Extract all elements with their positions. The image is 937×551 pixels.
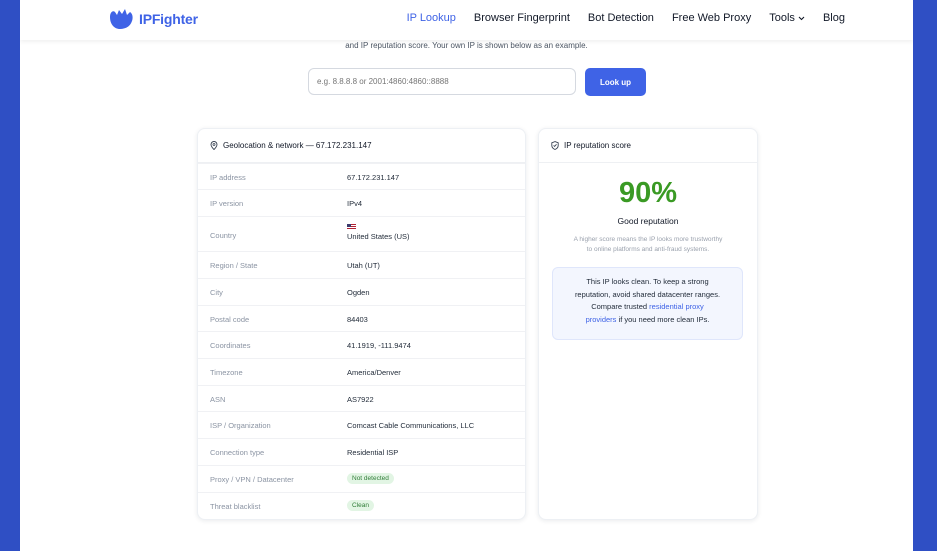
us-flag-icon <box>347 224 356 230</box>
description-line: A higher score means the IP looks more t… <box>573 236 723 243</box>
description-line: to online platforms and anti-fraud syste… <box>586 246 710 253</box>
location-pin-icon <box>210 141 218 150</box>
row-value: AS7922 <box>347 395 374 404</box>
reputation-label: Good reputation <box>617 216 679 226</box>
nav-ip-lookup[interactable]: IP Lookup <box>407 12 456 24</box>
chevron-down-icon <box>798 16 805 21</box>
row-key: Coordinates <box>210 341 251 350</box>
providers-link[interactable]: providers <box>586 315 617 324</box>
lookup-button[interactable]: Look up <box>585 68 646 96</box>
nav-tools[interactable]: Tools <box>769 12 805 24</box>
table-row: IP address 67.172.231.147 <box>198 163 525 189</box>
nav-browser-fingerprint[interactable]: Browser Fingerprint <box>474 12 570 24</box>
nav-blog[interactable]: Blog <box>823 12 845 24</box>
nav-bot-detection[interactable]: Bot Detection <box>588 12 654 24</box>
table-row: Postal code 84403 <box>198 305 525 331</box>
table-row: City Ogden <box>198 278 525 305</box>
row-key: IP address <box>210 173 246 182</box>
row-value: Ogden <box>347 288 370 297</box>
reputation-card: IP reputation score 90% Good reputation … <box>538 128 758 520</box>
nav-tools-label: Tools <box>769 12 795 24</box>
intro-text: and IP reputation score. Your own IP is … <box>345 41 588 50</box>
row-value-wrap: United States (US) <box>347 224 410 241</box>
row-value: IPv4 <box>347 199 363 208</box>
row-key: ISP / Organization <box>210 421 271 430</box>
row-value-wrap: Not detected <box>347 473 394 484</box>
shield-check-icon <box>551 141 559 150</box>
residential-proxy-link[interactable]: residential proxy <box>649 302 704 311</box>
table-row: Threat blacklist Clean <box>198 492 525 518</box>
row-key: Region / State <box>210 261 258 270</box>
table-row: ISP / Organization Comcast Cable Communi… <box>198 411 525 438</box>
row-key: Threat blacklist <box>210 502 261 511</box>
note-line: This IP looks clean. To keep a strong <box>586 277 709 286</box>
row-value: 84403 <box>347 315 368 324</box>
geolocation-card-header: Geolocation & network — 67.172.231.147 <box>198 129 525 163</box>
table-row: IP version IPv4 <box>198 189 525 216</box>
row-key: IP version <box>210 199 244 208</box>
row-value: 41.1919, -111.9474 <box>347 341 411 350</box>
row-key: Postal code <box>210 315 250 324</box>
status-badge: Not detected <box>347 473 394 484</box>
table-row: Region / State Utah (UT) <box>198 251 525 278</box>
status-badge: Clean <box>347 500 374 511</box>
row-value-wrap: Clean <box>347 500 374 511</box>
table-row: ASN AS7922 <box>198 385 525 411</box>
table-row: Coordinates 41.1919, -111.9474 <box>198 331 525 358</box>
row-value: Residential ISP <box>347 448 399 457</box>
ip-search-input[interactable] <box>308 68 576 95</box>
note-line: reputation, avoid shared datacenter rang… <box>574 289 721 299</box>
row-value: Comcast Cable Communications, LLC <box>347 421 475 430</box>
table-row: Country United States (US) <box>198 216 525 251</box>
brand-name: IPFighter <box>139 11 198 27</box>
row-value: America/Denver <box>347 368 401 377</box>
main-nav: IP Lookup Browser Fingerprint Bot Detect… <box>407 12 845 24</box>
reputation-description: A higher score means the IP looks more t… <box>553 235 743 255</box>
note-line: if you need more clean IPs. <box>618 314 710 324</box>
nav-free-web-proxy[interactable]: Free Web Proxy <box>672 12 751 24</box>
row-key: Timezone <box>210 368 243 377</box>
fist-logo-icon <box>110 9 133 29</box>
row-value: Utah (UT) <box>347 261 380 270</box>
geolocation-card-title: Geolocation & network — 67.172.231.147 <box>223 141 372 150</box>
row-key: Connection type <box>210 448 265 457</box>
table-row: Proxy / VPN / Datacenter Not detected <box>198 465 525 492</box>
row-key: City <box>210 288 223 297</box>
reputation-score: 90% <box>618 177 678 209</box>
row-key: Country <box>210 231 237 240</box>
row-key: Proxy / VPN / Datacenter <box>210 475 294 484</box>
table-row: Timezone America/Denver <box>198 358 525 385</box>
top-navigation: IPFighter IP Lookup Browser Fingerprint … <box>20 0 913 40</box>
row-key: ASN <box>210 395 226 404</box>
row-value: United States (US) <box>347 232 410 241</box>
geolocation-card: Geolocation & network — 67.172.231.147 I… <box>197 128 526 520</box>
page: IPFighter IP Lookup Browser Fingerprint … <box>20 0 913 551</box>
reputation-note: This IP looks clean. To keep a strong re… <box>552 267 743 340</box>
note-line: Compare trusted <box>591 302 648 311</box>
row-value: 67.172.231.147 <box>347 173 400 182</box>
table-row: Connection type Residential ISP <box>198 438 525 465</box>
reputation-card-title: IP reputation score <box>564 141 632 150</box>
reputation-card-header: IP reputation score <box>539 129 757 163</box>
brand-logo[interactable]: IPFighter <box>108 8 198 30</box>
